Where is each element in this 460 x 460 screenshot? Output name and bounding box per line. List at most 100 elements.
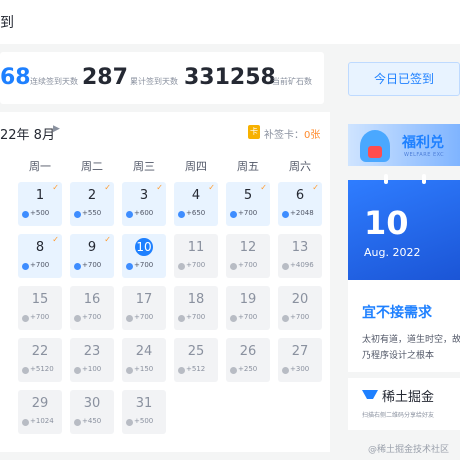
today-marker: 10	[135, 238, 153, 256]
welfare-banner[interactable]: 福利兑 WELFARE EXC	[348, 124, 460, 166]
ore-icon	[282, 211, 289, 218]
watermark: @稀土掘金技术社区	[368, 445, 450, 455]
welfare-title: 福利兑	[402, 135, 444, 151]
calendar-day[interactable]: 27 +300	[278, 338, 322, 382]
day-number: 19	[239, 292, 257, 307]
continuous-label: 连续签到天数	[30, 77, 78, 86]
day-number: 29	[31, 396, 49, 411]
day-number: 20	[291, 292, 309, 307]
ore-icon	[178, 367, 185, 374]
ore-icon	[126, 315, 133, 322]
calendar-day[interactable]: 31 +500	[122, 390, 166, 434]
calendar-day[interactable]: 11 +700	[174, 234, 218, 278]
day-reward: +1024	[30, 417, 54, 425]
ore-icon	[230, 315, 237, 322]
day-reward: +2048	[290, 209, 314, 217]
ore-icon	[126, 263, 133, 270]
weekday-label: 周六	[289, 160, 311, 173]
day-number: 27	[291, 344, 309, 359]
calendar-day[interactable]: 29 +1024	[18, 390, 62, 434]
ore-icon	[74, 211, 81, 218]
calendar-day[interactable]: 6 +2048 ✓	[278, 182, 322, 226]
ore-icon	[22, 419, 29, 426]
ore-icon	[126, 419, 133, 426]
day-reward: +450	[82, 417, 102, 425]
calendar-day[interactable]: 8 +700 ✓	[18, 234, 62, 278]
calendar-day[interactable]: 2 +550 ✓	[70, 182, 114, 226]
day-number: 18	[187, 292, 205, 307]
calendar-day[interactable]: 23 +100	[70, 338, 114, 382]
day-reward: +500	[30, 209, 50, 217]
calendar-day[interactable]: 15 +700	[18, 286, 62, 330]
total-value: 331258	[184, 65, 276, 90]
calendar-day[interactable]: 10 +700	[122, 234, 166, 278]
calendar-day[interactable]: 9 +700 ✓	[70, 234, 114, 278]
day-reward: +700	[186, 313, 206, 321]
welfare-subtitle: WELFARE EXC	[404, 152, 445, 158]
day-reward: +250	[238, 365, 258, 373]
day-reward: +600	[134, 209, 154, 217]
calendar-day[interactable]: 25 +512	[174, 338, 218, 382]
date-card-month: Aug. 2022	[364, 246, 421, 259]
page-title: 到	[0, 15, 14, 31]
calendar-day[interactable]: 13 +4096	[278, 234, 322, 278]
calendar-day[interactable]: 3 +600 ✓	[122, 182, 166, 226]
day-reward: +700	[134, 261, 154, 269]
calendar-day[interactable]: 1 +500 ✓	[18, 182, 62, 226]
ore-icon	[74, 419, 81, 426]
day-reward: +700	[238, 209, 258, 217]
checkmark-icon: ✓	[52, 235, 59, 244]
signed-in-button[interactable]: 今日已签到	[348, 62, 460, 96]
brand-subtitle: 扫描右侧二维码分享给好友	[362, 412, 435, 419]
day-number: 11	[187, 240, 205, 255]
calendar-day[interactable]: 17 +700	[122, 286, 166, 330]
calendar-day[interactable]: 16 +700	[70, 286, 114, 330]
day-reward: +500	[134, 417, 154, 425]
checkmark-icon: ✓	[312, 183, 319, 192]
day-number: 30	[83, 396, 101, 411]
brand-name: 稀土掘金	[382, 390, 435, 405]
calendar-day[interactable]: 20 +700	[278, 286, 322, 330]
supplement-card-label: 补签卡：	[264, 130, 304, 141]
ore-label: 当前矿石数	[272, 77, 312, 86]
ore-icon	[178, 211, 185, 218]
checkmark-icon: ✓	[260, 183, 267, 192]
day-reward: +5120	[30, 365, 54, 373]
day-reward: +550	[82, 209, 102, 217]
day-reward: +700	[290, 313, 310, 321]
day-reward: +700	[82, 261, 102, 269]
stats-bar: 68 连续签到天数 287 累计签到天数 331258 当前矿石数	[0, 52, 324, 104]
checkmark-icon: ✓	[156, 183, 163, 192]
ore-icon	[22, 315, 29, 322]
ore-icon	[126, 367, 133, 374]
calendar-day[interactable]: 26 +250	[226, 338, 270, 382]
calendar-day[interactable]: 4 +650 ✓	[174, 182, 218, 226]
day-number: 22	[31, 344, 49, 359]
calendar-day[interactable]: 5 +700 ✓	[226, 182, 270, 226]
day-number: 23	[83, 344, 101, 359]
ring-icon	[422, 174, 426, 184]
weekday-label: 周二	[81, 160, 103, 173]
ore-icon	[178, 263, 185, 270]
mascot-icon	[360, 130, 390, 162]
day-number: 25	[187, 344, 205, 359]
ore-icon	[230, 211, 237, 218]
day-reward: +700	[82, 313, 102, 321]
calendar-day[interactable]: 24 +150	[122, 338, 166, 382]
top-bar: 到	[0, 0, 460, 44]
day-reward: +100	[82, 365, 102, 373]
next-month-icon[interactable]: ▶	[53, 124, 60, 134]
checkmark-icon: ✓	[104, 183, 111, 192]
day-number: 26	[239, 344, 257, 359]
day-reward: +4096	[290, 261, 314, 269]
juejin-logo-icon	[362, 390, 378, 402]
calendar-day[interactable]: 19 +700	[226, 286, 270, 330]
day-reward: +512	[186, 365, 206, 373]
calendar-day[interactable]: 30 +450	[70, 390, 114, 434]
continuous-value: 287	[82, 65, 128, 90]
brand-card: 稀土掘金 扫描右侧二维码分享给好友	[348, 378, 460, 430]
calendar-day[interactable]: 22 +5120	[18, 338, 62, 382]
supplement-card-count: 0张	[304, 130, 321, 141]
calendar-day[interactable]: 18 +700	[174, 286, 218, 330]
calendar-day[interactable]: 12 +700	[226, 234, 270, 278]
